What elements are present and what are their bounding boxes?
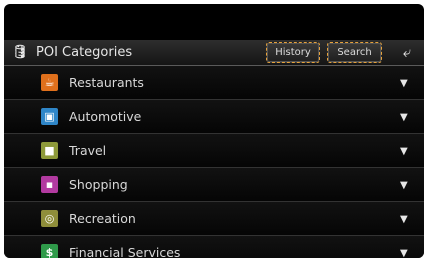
header-bar: 🛢 POI Categories History Search ⤶ [4,40,424,66]
shopping-icon: ▪ [41,176,58,193]
chevron-down-icon[interactable]: ▼ [400,236,408,258]
category-label: Recreation [69,211,136,226]
category-label: Shopping [69,177,128,192]
travel-icon: ■ [41,142,58,159]
chevron-down-icon[interactable]: ▼ [400,100,408,133]
list-item[interactable]: ▣ Automotive ▼ [4,100,424,134]
history-button[interactable]: History [266,42,320,63]
nav-screen: 🛢 POI Categories History Search ⤶ ☕ Resta… [4,4,424,258]
money-icon: $ [41,244,58,258]
search-button[interactable]: Search [327,42,382,63]
list-item[interactable]: $ Financial Services ▼ [4,236,424,258]
chevron-down-icon[interactable]: ▼ [400,168,408,201]
recreation-icon: ◎ [41,210,58,227]
back-arrow-icon[interactable]: ⤶ [394,42,420,62]
category-label: Restaurants [69,75,144,90]
chevron-down-icon[interactable]: ▼ [400,66,408,99]
poi-icon: 🛢 [12,45,29,60]
restaurant-icon: ☕ [41,74,58,91]
category-list: ☕ Restaurants ▼ ▣ Automotive ▼ ■ Travel ▼ ▪ Shoppi… [4,66,424,258]
list-item[interactable]: ▪ Shopping ▼ [4,168,424,202]
list-item[interactable]: ☕ Restaurants ▼ [4,66,424,100]
car-icon: ▣ [41,108,58,125]
chevron-down-icon[interactable]: ▼ [400,134,408,167]
list-item[interactable]: ◎ Recreation ▼ [4,202,424,236]
chevron-down-icon[interactable]: ▼ [400,202,408,235]
category-label: Automotive [69,109,142,124]
category-label: Travel [69,143,107,158]
page-title: POI Categories [36,45,133,60]
list-item[interactable]: ■ Travel ▼ [4,134,424,168]
category-label: Financial Services [69,245,181,258]
